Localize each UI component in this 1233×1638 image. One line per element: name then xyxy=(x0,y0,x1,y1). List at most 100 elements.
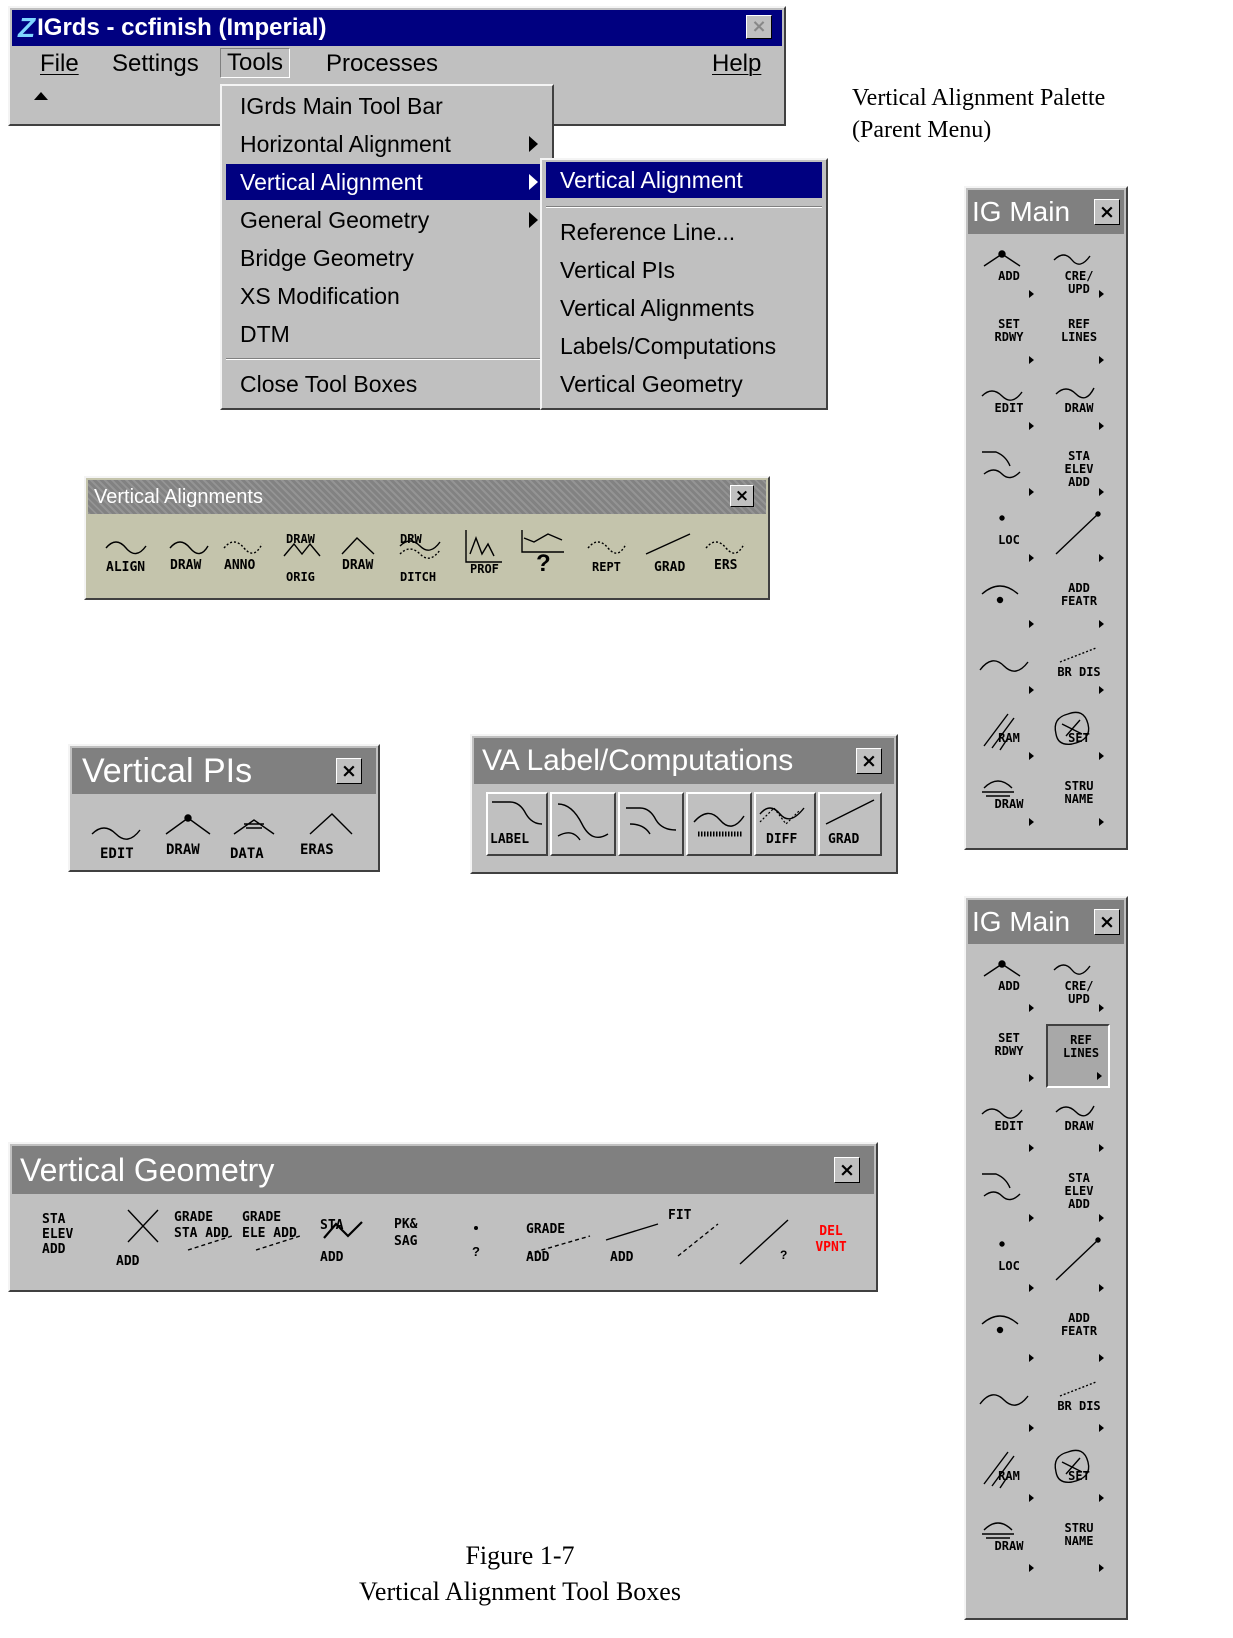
close-button[interactable]: × xyxy=(746,15,772,39)
vpi-draw-button[interactable]: DRAW xyxy=(166,842,200,858)
va-prof-button[interactable]: PROF xyxy=(470,562,499,576)
ig-main-button[interactable]: SET RDWY xyxy=(976,1024,1040,1088)
vg-sta-elev-add-button[interactable]: STA ELEV ADD xyxy=(42,1212,76,1257)
vpi-data-button[interactable]: DATA xyxy=(230,846,264,862)
sag-curve-button[interactable] xyxy=(618,792,684,856)
ig-main-button[interactable]: DRAW xyxy=(1046,1094,1110,1158)
ig-main-button[interactable]: STRU NAME xyxy=(1046,772,1110,832)
ig-main-button[interactable]: CRE/ UPD xyxy=(1046,954,1110,1018)
va-ers-button[interactable]: ERS xyxy=(714,558,737,573)
close-button[interactable]: × xyxy=(834,1157,860,1183)
va-anno-button[interactable]: ANNO xyxy=(224,558,255,573)
menu-item-general-geometry[interactable]: General Geometry xyxy=(226,202,548,238)
menu-item-close-tool-boxes[interactable]: Close Tool Boxes xyxy=(226,366,548,402)
toolbox-titlebar[interactable]: Vertical PIs × xyxy=(72,748,376,794)
ig-main-button[interactable] xyxy=(976,1164,1040,1228)
vpi-edit-button[interactable]: EDIT xyxy=(100,846,134,862)
vg-add2-button[interactable]: ADD xyxy=(610,1250,633,1265)
grad-button[interactable]: GRAD xyxy=(818,792,882,856)
menu-item-igrds-main-tool-bar[interactable]: IGrds Main Tool Bar xyxy=(226,88,548,124)
toolbox-titlebar[interactable]: Vertical Alignments × xyxy=(88,480,766,514)
va-draw-orig-button[interactable]: DRAW ORIG xyxy=(286,520,322,596)
ig-main-button[interactable]: STRU NAME xyxy=(1046,1514,1110,1578)
ig-main-button[interactable] xyxy=(976,1304,1040,1368)
vg-sta-add-button[interactable]: STA ADD xyxy=(320,1210,356,1274)
menu-settings[interactable]: Settings xyxy=(112,50,199,78)
menu-tools[interactable]: Tools xyxy=(220,48,291,78)
ig-main-button[interactable]: ADD FEATR xyxy=(1046,574,1110,634)
submenu-item-vertical-pis[interactable]: Vertical PIs xyxy=(546,252,822,288)
ig-main-button[interactable]: ADD xyxy=(976,244,1040,304)
label-button[interactable]: LABEL xyxy=(486,792,548,856)
vg-grade-ele-add-button[interactable]: GRADE ELE ADD xyxy=(242,1210,298,1242)
toolbox-titlebar[interactable]: IG Main × xyxy=(968,190,1124,234)
submenu-item-labels-computations[interactable]: Labels/Computations xyxy=(546,328,822,364)
va-query-button[interactable]: ? xyxy=(536,550,551,578)
ig-main-button[interactable] xyxy=(976,640,1040,700)
ig-main-button[interactable]: DRAW xyxy=(976,772,1040,832)
va-draw2-button[interactable]: DRAW xyxy=(342,558,373,573)
va-drw-ditch-button[interactable]: DRW DITCH xyxy=(400,520,444,596)
submenu-item-reference-line[interactable]: Reference Line... xyxy=(546,214,822,250)
va-align-button[interactable]: ALIGN xyxy=(106,560,145,575)
ig-main-button[interactable]: ADD FEATR xyxy=(1046,1304,1110,1368)
ig-main-button[interactable] xyxy=(976,574,1040,634)
va-rept-button[interactable]: REPT xyxy=(592,560,621,574)
vg-add-button[interactable]: ADD xyxy=(116,1254,139,1269)
va-draw-button[interactable]: DRAW xyxy=(170,558,201,573)
ig-main-button[interactable]: DRAW xyxy=(976,1514,1040,1578)
ig-main-button[interactable]: REF LINES xyxy=(1046,310,1110,370)
ig-main-button[interactable] xyxy=(1046,1234,1110,1298)
submenu-item-vertical-alignments[interactable]: Vertical Alignments xyxy=(546,290,822,326)
ig-main-button[interactable]: SET xyxy=(1046,1444,1110,1508)
vg-del-vpnt-button[interactable]: DEL VPNT xyxy=(808,1224,854,1256)
ig-main-button[interactable]: BR DIS xyxy=(1046,1374,1110,1438)
submenu-item-vertical-geometry[interactable]: Vertical Geometry xyxy=(546,366,822,402)
ig-main-button[interactable]: DRAW xyxy=(1046,376,1110,436)
toolbox-titlebar[interactable]: IG Main × xyxy=(968,900,1124,944)
diff-button[interactable]: DIFF xyxy=(754,792,816,856)
menu-processes[interactable]: Processes xyxy=(326,50,438,78)
close-button[interactable]: × xyxy=(856,748,882,774)
ig-main-button[interactable]: RAM xyxy=(976,706,1040,766)
vg-pk-sag-button[interactable]: PK& SAG xyxy=(394,1216,434,1250)
toolbox-titlebar[interactable]: Vertical Geometry × xyxy=(12,1146,874,1194)
station-curve-button[interactable] xyxy=(686,792,752,856)
va-grad-button[interactable]: GRAD xyxy=(654,560,685,575)
vg-fit-button[interactable]: FIT xyxy=(668,1208,691,1223)
menu-item-dtm[interactable]: DTM xyxy=(226,316,548,352)
close-button[interactable]: × xyxy=(336,758,362,784)
vg-query2-button[interactable]: ? xyxy=(780,1248,787,1262)
ig-main-button[interactable]: CRE/ UPD xyxy=(1046,244,1110,304)
toolbox-titlebar[interactable]: VA Label/Computations × xyxy=(474,738,894,784)
vg-grade-sta-add-button[interactable]: GRADE STA ADD xyxy=(174,1210,230,1242)
ig-main-button[interactable]: REF LINES xyxy=(1046,1024,1110,1088)
close-button[interactable]: × xyxy=(1094,909,1120,935)
ig-main-button[interactable]: RAM xyxy=(976,1444,1040,1508)
submenu-item-vertical-alignment[interactable]: Vertical Alignment xyxy=(546,162,822,198)
menu-item-bridge-geometry[interactable]: Bridge Geometry xyxy=(226,240,548,276)
collapse-arrow-icon[interactable] xyxy=(34,92,48,100)
menu-file[interactable]: File xyxy=(40,50,79,78)
close-button[interactable]: × xyxy=(730,485,754,507)
menu-item-horizontal-alignment[interactable]: Horizontal Alignment xyxy=(226,126,548,162)
menu-item-xs-modification[interactable]: XS Modification xyxy=(226,278,548,314)
ig-main-button[interactable]: SET xyxy=(1046,706,1110,766)
ig-main-button[interactable]: SET RDWY xyxy=(976,310,1040,370)
ig-main-button[interactable]: LOC xyxy=(976,508,1040,568)
menu-item-vertical-alignment[interactable]: Vertical Alignment xyxy=(226,164,548,200)
ig-main-button[interactable]: BR DIS xyxy=(1046,640,1110,700)
ig-main-button[interactable] xyxy=(976,442,1040,502)
vc-curve-button[interactable] xyxy=(550,792,616,856)
ig-main-button[interactable]: EDIT xyxy=(976,1094,1040,1158)
menu-help[interactable]: Help xyxy=(712,50,761,78)
ig-main-button[interactable] xyxy=(976,1374,1040,1438)
close-button[interactable]: × xyxy=(1094,199,1120,225)
vpi-eras-button[interactable]: ERAS xyxy=(300,842,334,858)
ig-main-button[interactable]: STA ELEV ADD xyxy=(1046,442,1110,502)
igrds-titlebar[interactable]: Z IGrds - ccfinish (Imperial) × xyxy=(12,10,782,46)
ig-main-button[interactable] xyxy=(1046,508,1110,568)
ig-main-button[interactable]: ADD xyxy=(976,954,1040,1018)
vg-grade-add-button[interactable]: GRADE ADD xyxy=(526,1216,576,1272)
ig-main-button[interactable]: LOC xyxy=(976,1234,1040,1298)
